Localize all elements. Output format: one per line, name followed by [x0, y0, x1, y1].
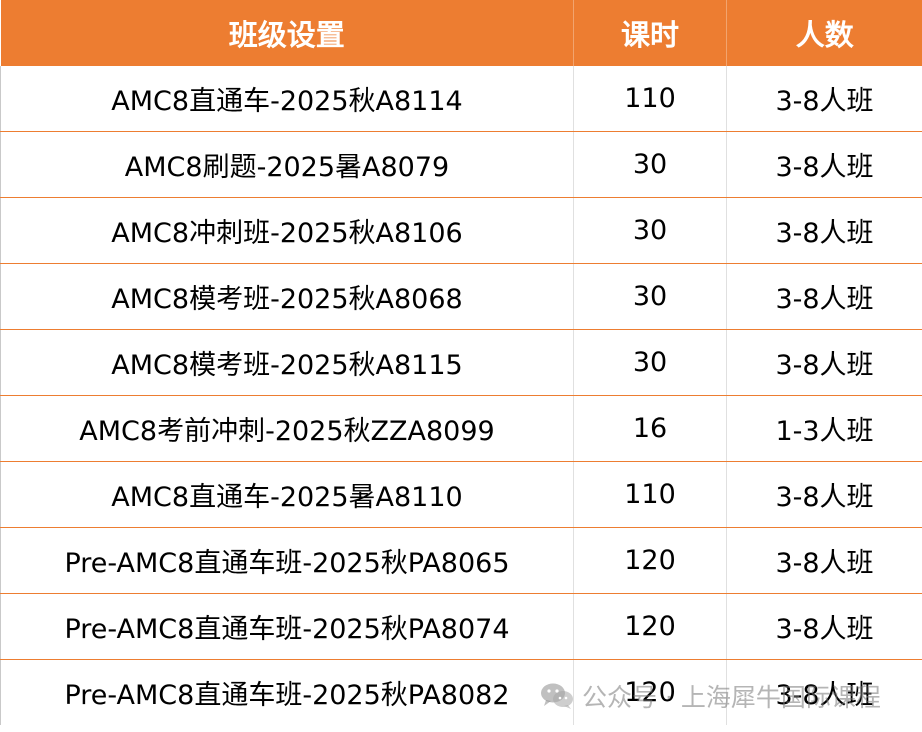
header-hours: 课时: [573, 0, 727, 66]
table-row: Pre-AMC8直通车班-2025秋PA8065 120 3-8人班: [0, 527, 922, 594]
table-body: AMC8直通车-2025秋A8114 110 3-8人班 AMC8刷题-2025…: [0, 66, 922, 725]
table-row: Pre-AMC8直通车班-2025秋PA8074 120 3-8人班: [0, 593, 922, 660]
size-cell: 3-8人班: [726, 329, 922, 396]
header-class-size: 人数: [726, 0, 922, 66]
size-cell: 3-8人班: [726, 66, 922, 132]
size-cell: 3-8人班: [726, 593, 922, 660]
size-cell: 3-8人班: [726, 263, 922, 330]
header-row: 班级设置 课时 人数: [0, 0, 922, 66]
table-row: AMC8模考班-2025秋A8115 30 3-8人班: [0, 329, 922, 396]
hours-cell: 30: [573, 263, 727, 330]
table-row: AMC8直通车-2025秋A8114 110 3-8人班: [0, 66, 922, 132]
hours-cell: 120: [573, 527, 727, 594]
table-row: AMC8模考班-2025秋A8068 30 3-8人班: [0, 263, 922, 330]
class-name-cell: AMC8直通车-2025秋A8114: [0, 66, 574, 132]
class-name-cell: AMC8模考班-2025秋A8115: [0, 329, 574, 396]
hours-cell: 16: [573, 395, 727, 462]
size-cell: 3-8人班: [726, 461, 922, 528]
hours-cell: 30: [573, 329, 727, 396]
hours-cell: 110: [573, 66, 727, 132]
size-cell: 3-8人班: [726, 197, 922, 264]
class-name-cell: Pre-AMC8直通车班-2025秋PA8082: [0, 659, 574, 725]
header-class-setting: 班级设置: [0, 0, 574, 66]
table-row: AMC8冲刺班-2025秋A8106 30 3-8人班: [0, 197, 922, 264]
hours-cell: 30: [573, 197, 727, 264]
table-row: AMC8考前冲刺-2025秋ZZA8099 16 1-3人班: [0, 395, 922, 462]
course-table: 班级设置 课时 人数 AMC8直通车-2025秋A8114 110 3-8人班 …: [0, 0, 922, 725]
size-cell: 3-8人班: [726, 659, 922, 725]
hours-cell: 30: [573, 131, 727, 198]
table-row: Pre-AMC8直通车班-2025秋PA8082 120 3-8人班: [0, 659, 922, 725]
hours-cell: 120: [573, 593, 727, 660]
class-name-cell: AMC8考前冲刺-2025秋ZZA8099: [0, 395, 574, 462]
class-name-cell: Pre-AMC8直通车班-2025秋PA8065: [0, 527, 574, 594]
table-header: 班级设置 课时 人数: [0, 0, 922, 66]
hours-cell: 120: [573, 659, 727, 725]
class-name-cell: AMC8模考班-2025秋A8068: [0, 263, 574, 330]
table-row: AMC8刷题-2025暑A8079 30 3-8人班: [0, 131, 922, 198]
table-row: AMC8直通车-2025暑A8110 110 3-8人班: [0, 461, 922, 528]
class-name-cell: AMC8冲刺班-2025秋A8106: [0, 197, 574, 264]
class-name-cell: AMC8直通车-2025暑A8110: [0, 461, 574, 528]
size-cell: 1-3人班: [726, 395, 922, 462]
class-name-cell: Pre-AMC8直通车班-2025秋PA8074: [0, 593, 574, 660]
size-cell: 3-8人班: [726, 131, 922, 198]
hours-cell: 110: [573, 461, 727, 528]
size-cell: 3-8人班: [726, 527, 922, 594]
class-name-cell: AMC8刷题-2025暑A8079: [0, 131, 574, 198]
